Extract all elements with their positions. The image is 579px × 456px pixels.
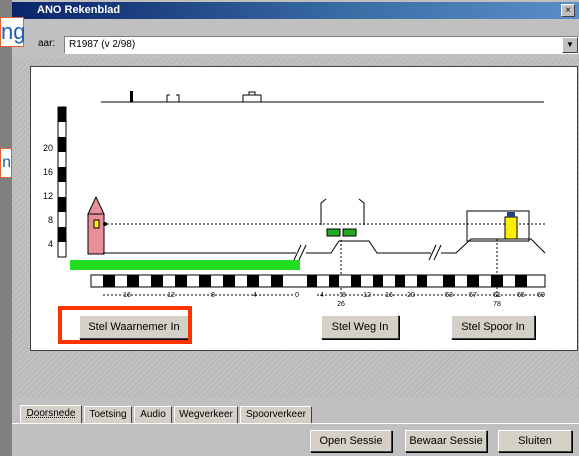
overview-rail-marker — [242, 91, 262, 102]
tab-label: Spoorverkeer — [245, 409, 307, 420]
close-button[interactable]: Sluiten — [498, 430, 572, 452]
footer-bar — [12, 424, 579, 456]
observer-button-highlight — [58, 306, 192, 344]
ruler-label: 65 — [517, 292, 525, 299]
tutorial-callout: n — [0, 148, 12, 178]
set-road-button[interactable]: Stel Weg In — [321, 315, 399, 339]
tab-label: Doorsnede — [26, 408, 76, 419]
road-terrain — [306, 240, 431, 254]
window-title: ANO Rekenblad — [37, 4, 121, 16]
height-label: 4 — [48, 239, 53, 249]
tram-icon — [504, 216, 518, 240]
observer-house-icon — [87, 195, 107, 255]
ruler-label: 16 — [123, 292, 131, 299]
ruler-label: 12 — [363, 292, 371, 299]
save-session-button[interactable]: Bewaar Sessie — [405, 430, 487, 452]
version-select-value: R1987 (v 2/98) — [69, 39, 136, 50]
ruler-label: 57 — [469, 292, 477, 299]
ruler-label: 4 — [253, 292, 257, 299]
ruler-label: 20 — [407, 292, 415, 299]
ruler-label: 8 — [342, 292, 346, 299]
ruler-label: 69 — [537, 292, 545, 299]
app-window: ANO Rekenblad × aar: R1987 (v 2/98) ▼ 20 — [12, 0, 579, 456]
tram-icon — [507, 212, 515, 217]
height-label: 16 — [43, 167, 53, 177]
tutorial-callout: ng — [0, 17, 25, 47]
ruler-label: 8 — [211, 292, 215, 299]
tab-spoorverkeer[interactable]: Spoorverkeer — [240, 406, 312, 424]
tab-label: Wegverkeer — [179, 409, 233, 420]
rail-overhead-icon — [466, 210, 530, 242]
set-rail-button[interactable]: Stel Spoor In — [451, 315, 535, 339]
tab-label: Toetsing — [89, 409, 127, 420]
tab-audio[interactable]: Audio — [134, 406, 172, 424]
tab-doorsnede[interactable]: Doorsnede — [20, 405, 82, 425]
ruler-label: 0 — [295, 292, 299, 299]
open-session-button[interactable]: Open Sessie — [310, 430, 392, 452]
title-bar: ANO Rekenblad × — [12, 2, 579, 19]
height-label: 8 — [48, 215, 53, 225]
tab-toetsing[interactable]: Toetsing — [84, 406, 132, 424]
tab-wegverkeer[interactable]: Wegverkeer — [174, 406, 238, 424]
height-scale-bar — [57, 106, 67, 258]
car-icon — [326, 228, 341, 237]
rail-distance-label: 78 — [493, 301, 501, 308]
car-icon — [342, 228, 357, 237]
ruler-label: 4 — [320, 292, 324, 299]
height-label: 20 — [43, 143, 53, 153]
height-label: 12 — [43, 191, 53, 201]
close-window-button[interactable]: × — [561, 4, 575, 17]
ruler-label: 12 — [167, 292, 175, 299]
road-barrier-icon — [320, 198, 365, 225]
ruler-label: 53 — [445, 292, 453, 299]
chevron-down-icon[interactable]: ▼ — [562, 37, 578, 53]
tab-label: Audio — [140, 409, 166, 420]
overview-road-marker — [166, 94, 180, 102]
version-label: aar: — [38, 38, 56, 49]
ruler-label: 16 — [385, 292, 393, 299]
ruler-label: 61 — [493, 292, 501, 299]
observer-ground-bar — [70, 260, 300, 270]
version-select[interactable]: R1987 (v 2/98) ▼ — [64, 36, 579, 54]
overview-house-marker — [130, 91, 133, 102]
road-distance-label: 26 — [337, 301, 345, 308]
